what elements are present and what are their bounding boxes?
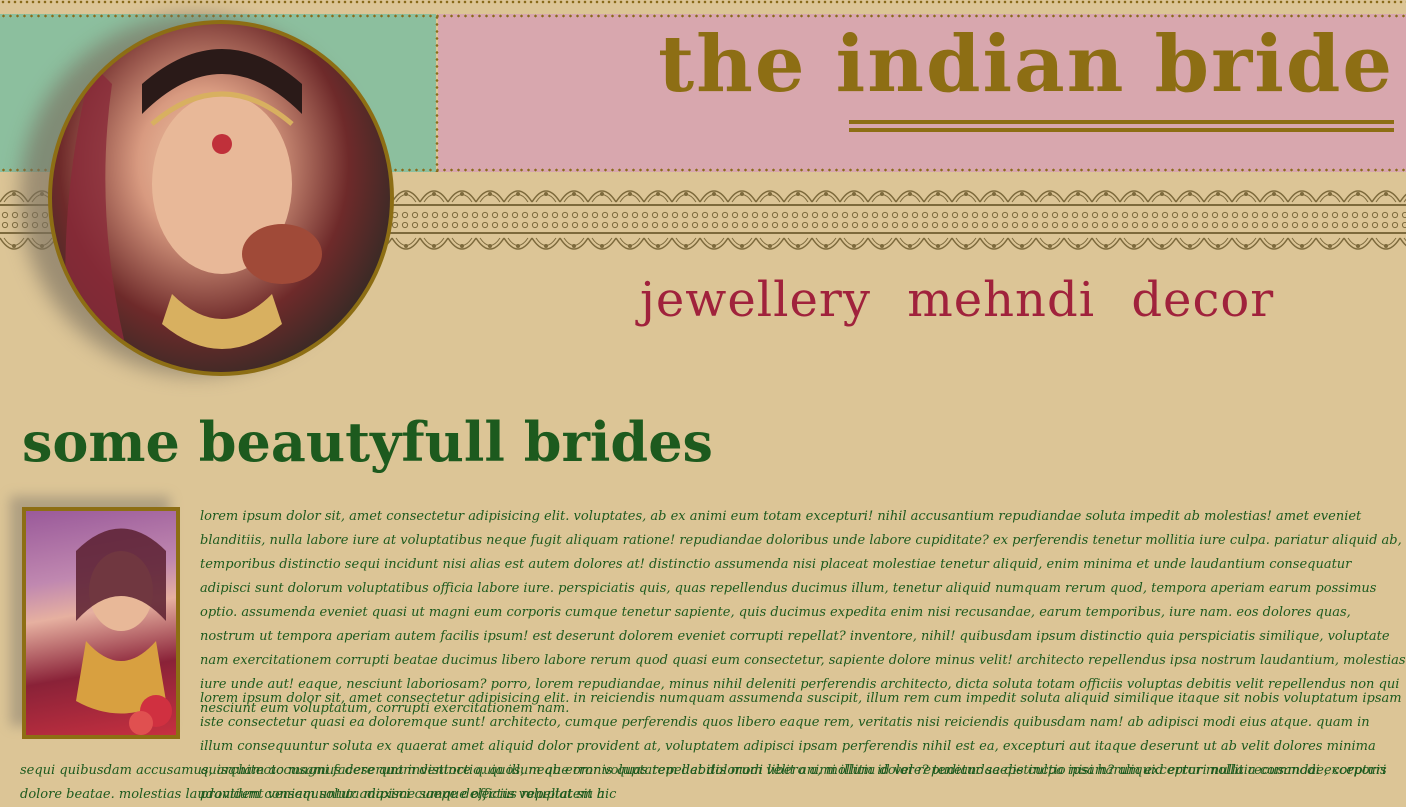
site-title: the indian bride — [658, 19, 1394, 110]
bride-portrait-image — [48, 20, 394, 376]
paragraph-3: sequi quibusdam accusamus, architecto ma… — [20, 763, 1387, 802]
nav-item-mehndi[interactable]: mehndi — [907, 272, 1095, 328]
main-nav: jewellery mehndi decor — [640, 272, 1294, 328]
bride-thumbnail-image — [22, 507, 180, 739]
title-underline-second — [849, 128, 1394, 132]
top-dotted-border — [0, 0, 1406, 4]
nav-item-decor[interactable]: decor — [1131, 272, 1274, 328]
title-underline — [849, 120, 1394, 124]
section-title: some beautyfull brides — [22, 410, 713, 474]
header-divider-dots — [435, 14, 439, 172]
nav-item-jewellery[interactable]: jewellery — [640, 272, 871, 328]
